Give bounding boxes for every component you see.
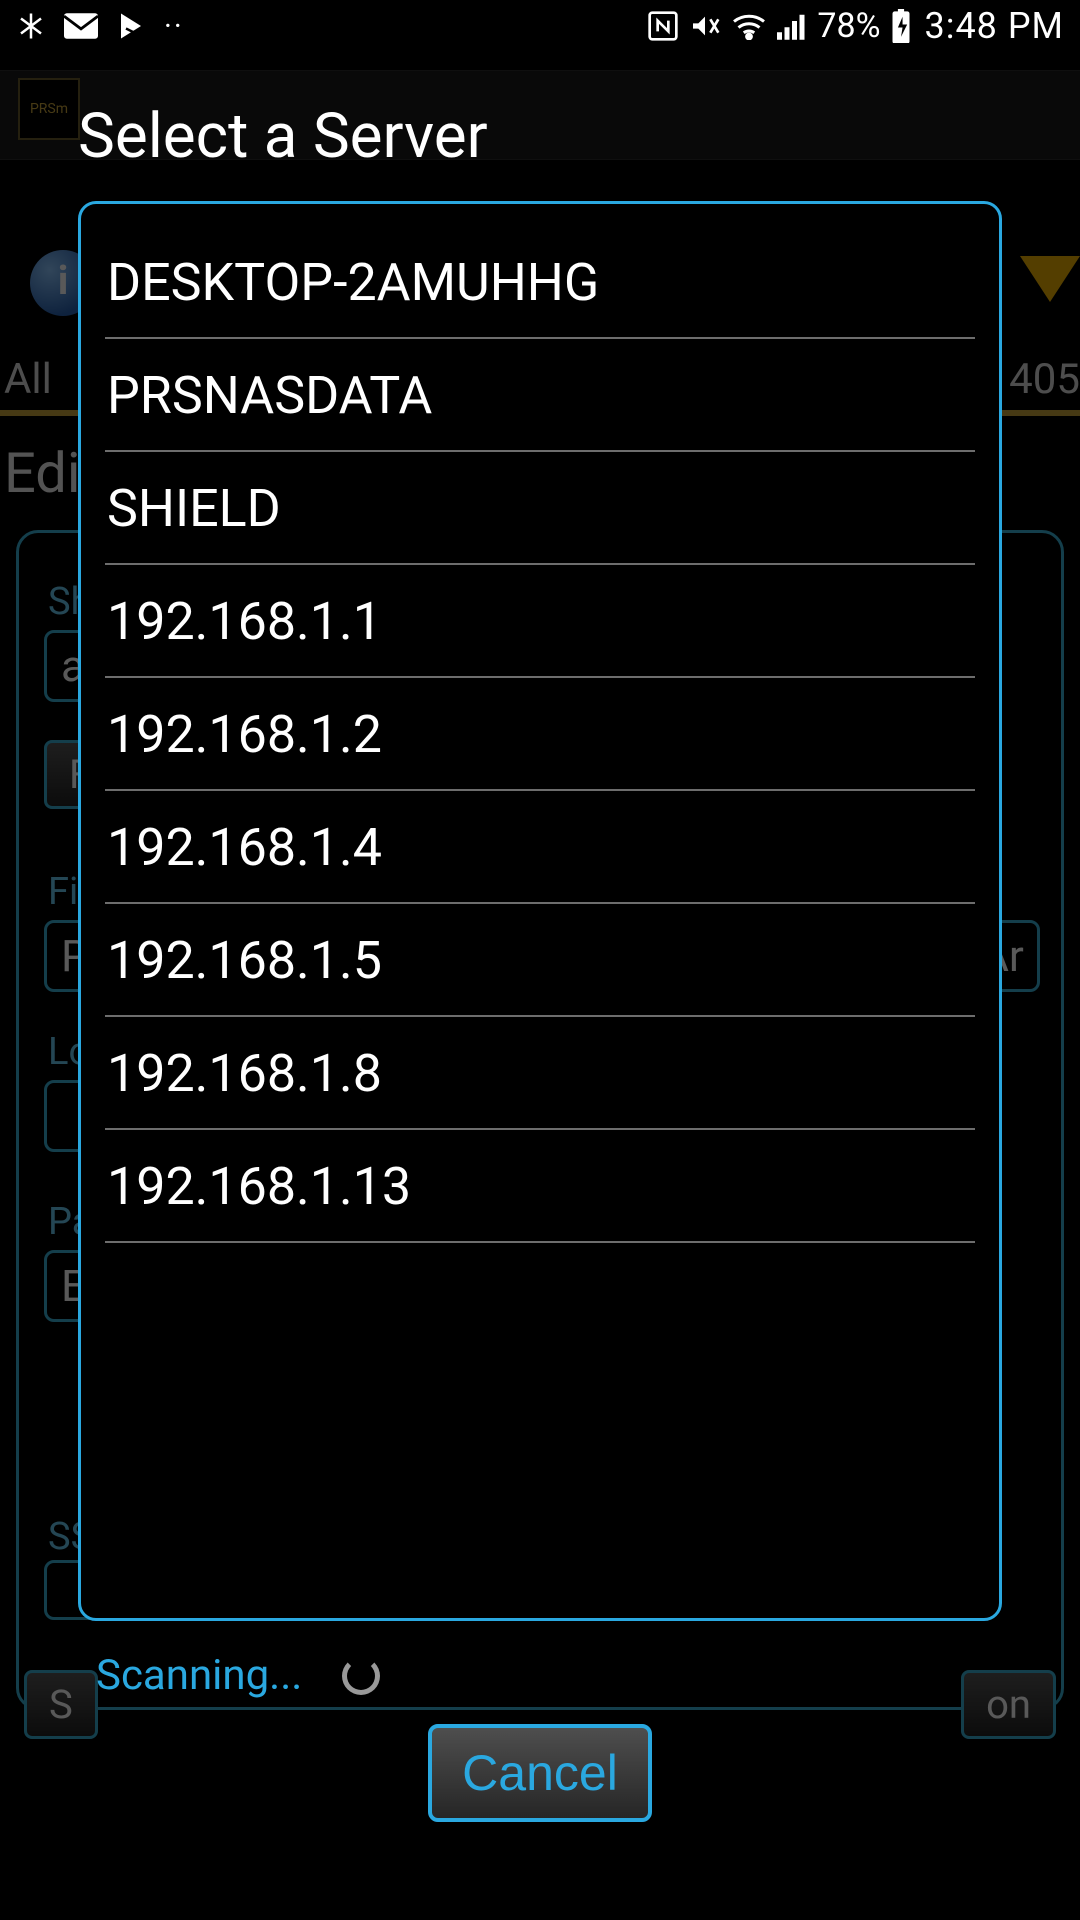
select-server-dialog: Select a Server DESKTOP-2AMUHHG PRSNASDA… [78, 86, 1002, 1822]
snowflake-icon [16, 11, 46, 41]
server-item[interactable]: 192.168.1.13 [105, 1130, 975, 1243]
wifi-icon [731, 12, 767, 40]
more-notifications-icon: ·· [164, 9, 184, 44]
battery-charging-icon [891, 9, 911, 43]
server-item[interactable]: SHIELD [105, 452, 975, 565]
scanning-row: Scanning... [96, 1651, 1002, 1700]
play-store-icon [116, 11, 146, 41]
clock-time: 3:48 PM [925, 5, 1065, 47]
scanning-label: Scanning... [96, 1651, 302, 1700]
server-item[interactable]: PRSNASDATA [105, 339, 975, 452]
label-find: Fi [48, 870, 78, 914]
cancel-button[interactable]: Cancel [428, 1724, 652, 1822]
server-list[interactable]: DESKTOP-2AMUHHG PRSNASDATA SHIELD 192.16… [78, 201, 1002, 1621]
tab-all: All [0, 355, 82, 416]
server-item[interactable]: 192.168.1.5 [105, 904, 975, 1017]
server-item[interactable]: 192.168.1.1 [105, 565, 975, 678]
download-arrow-icon [1020, 250, 1080, 310]
app-logo: PRSm [18, 78, 80, 140]
mail-icon [64, 13, 98, 39]
battery-percent: 78% [817, 6, 880, 46]
server-item[interactable]: 192.168.1.8 [105, 1017, 975, 1130]
server-item[interactable]: 192.168.1.4 [105, 791, 975, 904]
spinner-icon [342, 1657, 380, 1695]
server-item[interactable]: 192.168.1.2 [105, 678, 975, 791]
status-right-group: 78% 3:48 PM [647, 5, 1064, 47]
status-bar: ·· [0, 0, 1080, 52]
page-heading: Edi [4, 440, 81, 506]
server-item[interactable]: DESKTOP-2AMUHHG [105, 226, 975, 339]
cell-signal-icon [777, 12, 807, 40]
status-left-group: ·· [16, 9, 184, 44]
nfc-icon [647, 10, 679, 42]
dialog-title: Select a Server [78, 100, 1002, 173]
vibrate-mute-icon [689, 10, 721, 42]
